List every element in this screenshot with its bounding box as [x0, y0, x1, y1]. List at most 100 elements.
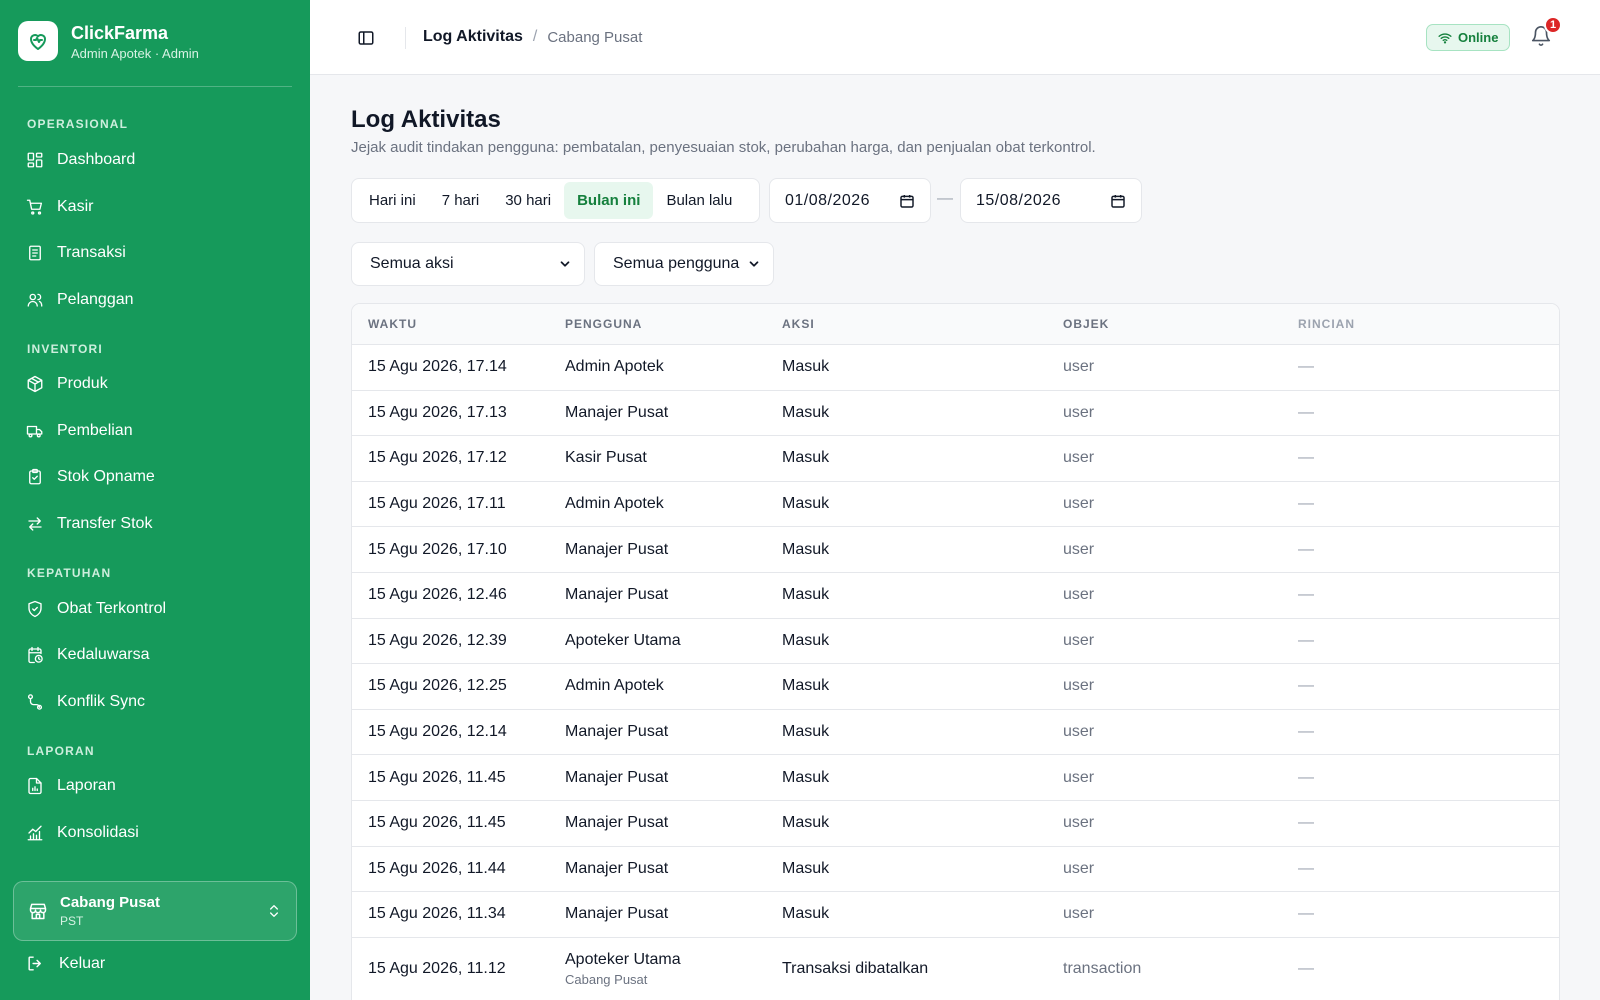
- range-30-days-button[interactable]: 30 hari: [492, 182, 564, 219]
- sidebar-item-label: Kedaluwarsa: [57, 646, 150, 663]
- logout-button[interactable]: Keluar: [26, 954, 105, 973]
- user-name: Manajer Pusat: [565, 768, 669, 786]
- sidebar-item-obat-terkontrol[interactable]: Obat Terkontrol: [14, 589, 296, 629]
- table-row[interactable]: 15 Agu 2026, 11.34 Manajer Pusat Masuk user…: [352, 892, 1559, 938]
- table-row[interactable]: 15 Agu 2026, 12.14 Manajer Pusat Masuk user…: [352, 710, 1559, 756]
- date-to-field[interactable]: 15/08/2026: [960, 178, 1142, 223]
- calendar-icon[interactable]: [1110, 193, 1126, 209]
- sidebar-item-kedaluwarsa[interactable]: Kedaluwarsa: [14, 635, 296, 675]
- cell-pengguna: Manajer Pusat: [565, 860, 782, 878]
- cell-pengguna: Manajer Pusat: [565, 586, 782, 604]
- sidebar-item-stok-opname[interactable]: Stok Opname: [14, 457, 296, 497]
- cell-rincian: —: [1298, 495, 1314, 513]
- date-from-value: 01/08/2026: [785, 191, 871, 209]
- column-header-waktu[interactable]: WAKTU: [352, 317, 565, 331]
- sidebar-toggle-button[interactable]: [354, 26, 378, 50]
- users-icon: [27, 293, 43, 307]
- user-name: Apoteker Utama: [565, 950, 681, 968]
- cell-objek: user: [1063, 495, 1095, 513]
- cell-waktu: 15 Agu 2026, 11.44: [368, 859, 506, 877]
- cell-pengguna: Manajer Pusat: [565, 723, 782, 741]
- package-icon: [27, 375, 43, 393]
- sidebar-item-transaksi[interactable]: Transaksi: [14, 233, 296, 273]
- route-icon: [27, 694, 43, 710]
- table-row[interactable]: 15 Agu 2026, 11.12 Apoteker Utama Cabang P…: [352, 938, 1559, 1000]
- table-row[interactable]: 15 Agu 2026, 17.10 Manajer Pusat Masuk user…: [352, 527, 1559, 573]
- cell-objek: user: [1063, 403, 1095, 421]
- range-this-month-button[interactable]: Bulan ini: [564, 182, 654, 219]
- cell-pengguna: Manajer Pusat: [565, 769, 782, 787]
- arrows-exchange-icon: [28, 517, 42, 531]
- logo-icon: [18, 21, 58, 61]
- breadcrumb-current: Log Aktivitas: [423, 28, 523, 45]
- user-name: Manajer Pusat: [565, 814, 669, 832]
- sidebar-item-label: Konflik Sync: [57, 693, 146, 710]
- calendar-icon[interactable]: [899, 193, 915, 209]
- cell-pengguna: Apoteker Utama Cabang Pusat: [565, 951, 782, 987]
- nav-section-title: INVENTORI: [27, 342, 103, 356]
- chevron-down-icon: [560, 261, 570, 267]
- branch-switcher[interactable]: Cabang Pusat PST: [13, 881, 297, 941]
- column-header-aksi[interactable]: AKSI: [782, 317, 1063, 331]
- cell-aksi: Masuk: [782, 449, 830, 467]
- page-description: Jejak audit tindakan pengguna: pembatala…: [351, 139, 1096, 156]
- table-row[interactable]: 15 Agu 2026, 17.12 Kasir Pusat Masuk user —: [352, 436, 1559, 482]
- range-last-month-button[interactable]: Bulan lalu: [653, 182, 745, 219]
- sidebar-item-produk[interactable]: Produk: [14, 364, 296, 404]
- sidebar-item-konflik-sync[interactable]: Konflik Sync: [14, 682, 296, 722]
- sidebar-item-label: Obat Terkontrol: [57, 600, 167, 617]
- brand: ClickFarma Admin Apotek · Admin: [18, 21, 199, 61]
- cell-objek: user: [1063, 859, 1095, 877]
- cell-aksi: Masuk: [782, 905, 830, 923]
- sidebar-item-pelanggan[interactable]: Pelanggan: [14, 280, 296, 320]
- action-filter-select[interactable]: Semua aksi: [351, 242, 585, 286]
- chevrons-up-down-icon: [270, 905, 278, 917]
- range-today-button[interactable]: Hari ini: [356, 182, 429, 219]
- cell-waktu: 15 Agu 2026, 17.14: [368, 358, 507, 376]
- cell-objek: user: [1063, 540, 1095, 558]
- range-7-days-button[interactable]: 7 hari: [429, 182, 493, 219]
- sidebar-item-pembelian[interactable]: Pembelian: [14, 411, 296, 451]
- table-row[interactable]: 15 Agu 2026, 12.46 Manajer Pusat Masuk user…: [352, 573, 1559, 619]
- cell-waktu: 15 Agu 2026, 11.45: [368, 814, 506, 832]
- date-separator: —: [937, 190, 953, 207]
- sidebar-item-transfer-stok[interactable]: Transfer Stok: [14, 504, 296, 544]
- sidebar-item-dashboard[interactable]: Dashboard: [14, 140, 296, 180]
- user-name: Admin Apotek: [565, 495, 664, 513]
- table-row[interactable]: 15 Agu 2026, 12.39 Apoteker Utama Masuk use…: [352, 619, 1559, 665]
- cell-waktu: 15 Agu 2026, 12.14: [368, 723, 507, 741]
- sidebar-item-label: Konsolidasi: [57, 824, 139, 841]
- sidebar-item-kasir[interactable]: Kasir: [14, 187, 296, 227]
- sidebar-item-label: Laporan: [57, 777, 116, 794]
- sidebar-item-label: Kasir: [57, 198, 94, 215]
- cell-pengguna: Kasir Pusat: [565, 449, 782, 467]
- table-row[interactable]: 15 Agu 2026, 17.14 Admin Apotek Masuk user —: [352, 345, 1559, 391]
- sidebar-item-laporan[interactable]: Laporan: [14, 766, 296, 806]
- table-row[interactable]: 15 Agu 2026, 11.45 Manajer Pusat Masuk user…: [352, 801, 1559, 847]
- date-to-value: 15/08/2026: [976, 191, 1062, 209]
- sidebar-item-label: Pembelian: [57, 422, 133, 439]
- notification-count-badge: 1: [1544, 16, 1562, 34]
- table-row[interactable]: 15 Agu 2026, 12.25 Admin Apotek Masuk user —: [352, 664, 1559, 710]
- table-row[interactable]: 15 Agu 2026, 17.13 Manajer Pusat Masuk user…: [352, 391, 1559, 437]
- cell-rincian: —: [1298, 677, 1314, 695]
- truck-icon: [26, 425, 43, 438]
- user-filter-select[interactable]: Semua pengguna: [594, 242, 774, 286]
- table-row[interactable]: 15 Agu 2026, 11.45 Manajer Pusat Masuk user…: [352, 755, 1559, 801]
- cell-pengguna: Manajer Pusat: [565, 814, 782, 832]
- breadcrumb-separator: /: [532, 28, 538, 45]
- column-header-pengguna[interactable]: PENGGUNA: [565, 317, 782, 331]
- table-row[interactable]: 15 Agu 2026, 17.11 Admin Apotek Masuk user —: [352, 482, 1559, 528]
- cell-rincian: —: [1298, 723, 1314, 741]
- date-from-field[interactable]: 01/08/2026: [769, 178, 931, 223]
- user-branch: Cabang Pusat: [565, 971, 648, 987]
- column-header-objek[interactable]: OBJEK: [1063, 317, 1298, 331]
- page-title: Log Aktivitas: [351, 106, 501, 133]
- sidebar-item-konsolidasi[interactable]: Konsolidasi: [14, 813, 296, 853]
- cell-waktu: 15 Agu 2026, 12.39: [368, 631, 507, 649]
- dashboard-icon: [27, 152, 43, 168]
- column-header-rincian[interactable]: RINCIAN: [1298, 317, 1355, 331]
- cell-rincian: —: [1298, 449, 1314, 467]
- table-row[interactable]: 15 Agu 2026, 11.44 Manajer Pusat Masuk user…: [352, 847, 1559, 893]
- cell-aksi: Transaksi dibatalkan: [782, 959, 929, 977]
